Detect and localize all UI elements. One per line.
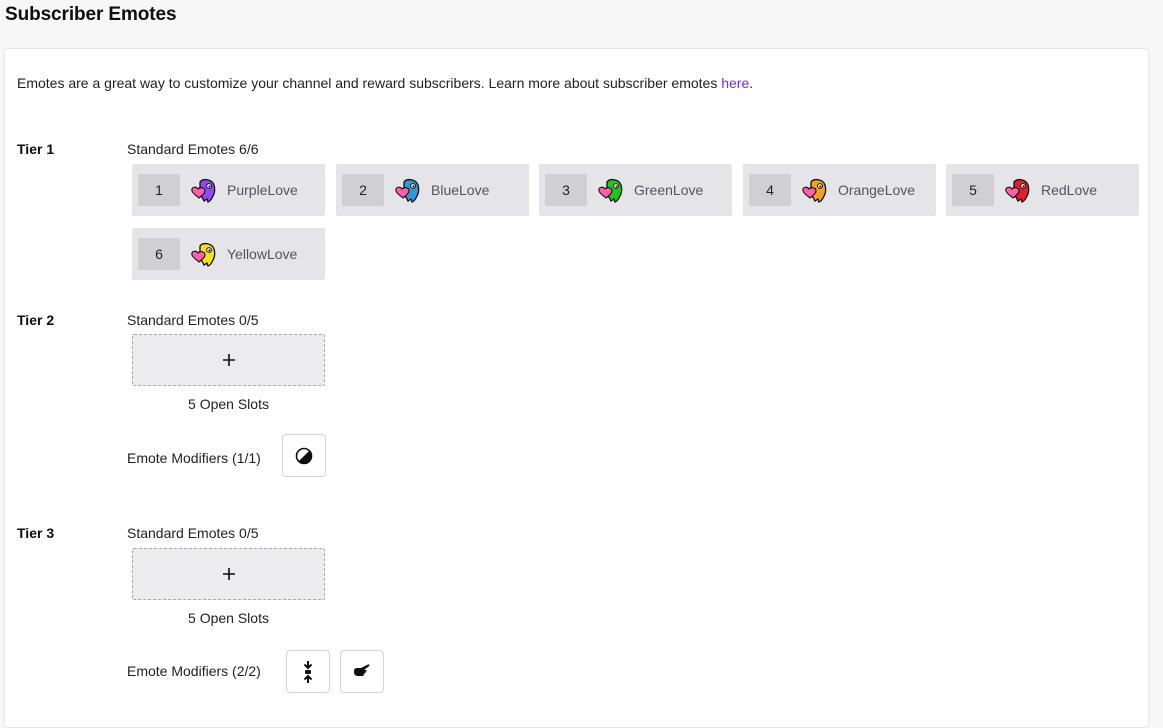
emote-slot-number: 6 (138, 238, 180, 270)
emote-name: PurpleLove (227, 182, 298, 198)
tier-3-add-emote-button[interactable] (132, 548, 325, 600)
emote-image-icon (802, 178, 827, 203)
emote-tile-greenlove[interactable]: 3 GreenLove (539, 164, 732, 216)
emote-tile-redlove[interactable]: 5 RedLove (946, 164, 1139, 216)
tier-3-modifier-button-2[interactable] (340, 650, 384, 693)
page-title: Subscriber Emotes (5, 4, 177, 25)
learn-more-link[interactable]: here (721, 75, 749, 91)
intro-suffix: . (749, 75, 754, 91)
tier-3-modifiers-label: Emote Modifiers (2/2) (127, 663, 261, 679)
tier-1-label: Tier 1 (17, 141, 55, 157)
emote-slot-number: 5 (952, 174, 994, 206)
emote-image-icon (598, 178, 623, 203)
tier-3-standard-label: Standard Emotes 0/5 (127, 525, 259, 541)
emote-name: YellowLove (227, 246, 298, 262)
tier-2-modifier-button-1[interactable] (282, 434, 326, 477)
emote-name: GreenLove (634, 182, 704, 198)
emote-tile-orangelove[interactable]: 4 OrangeLove (743, 164, 936, 216)
emote-name: OrangeLove (838, 182, 916, 198)
tier-2-standard-label: Standard Emotes 0/5 (127, 312, 259, 328)
emote-slot-number: 3 (545, 174, 587, 206)
tier-3-open-slots: 5 Open Slots (188, 610, 269, 626)
emote-tile-bluelove[interactable]: 2 BlueLove (336, 164, 529, 216)
tier-3-label: Tier 3 (17, 525, 55, 541)
emote-slot-number: 2 (342, 174, 384, 206)
plus-icon (222, 354, 235, 366)
squish-icon (303, 660, 313, 683)
tier-1-standard-label: Standard Emotes 6/6 (127, 141, 259, 157)
emote-image-icon (395, 178, 420, 203)
intro-body: Emotes are a great way to customize your… (17, 75, 722, 91)
emote-tile-purplelove[interactable]: 1 PurpleLove (132, 164, 325, 216)
pointing-hand-icon (354, 663, 370, 676)
tier-3-modifier-button-1[interactable] (286, 650, 330, 693)
emotes-card: Emotes are a great way to customize your… (4, 48, 1149, 728)
emote-slot-number: 1 (138, 174, 180, 206)
tier-2-add-emote-button[interactable] (132, 334, 325, 386)
emote-name: RedLove (1041, 182, 1098, 198)
emote-slot-number: 4 (749, 174, 791, 206)
emote-tile-yellowlove[interactable]: 6 YellowLove (132, 228, 325, 280)
tier-2-label: Tier 2 (17, 312, 55, 328)
tier-2-modifiers-label: Emote Modifiers (1/1) (127, 450, 261, 466)
half-circle-icon (295, 447, 313, 464)
plus-icon (222, 568, 235, 580)
emote-image-icon (1005, 178, 1030, 203)
tier-2-open-slots: 5 Open Slots (188, 396, 269, 412)
emote-image-icon (191, 242, 216, 267)
emote-name: BlueLove (431, 182, 490, 198)
intro-text: Emotes are a great way to customize your… (17, 75, 753, 91)
emote-image-icon (191, 178, 216, 203)
